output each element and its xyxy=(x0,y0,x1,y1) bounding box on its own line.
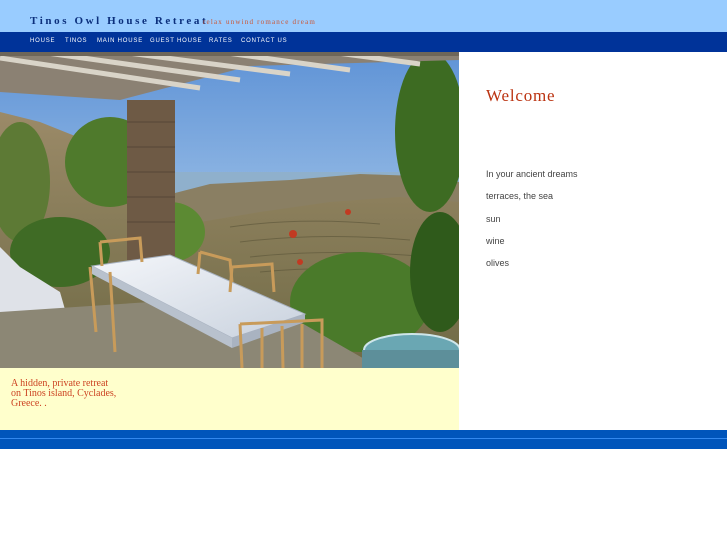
footer-bar xyxy=(0,430,727,449)
welcome-poem: In your ancient dreams terraces, the sea… xyxy=(486,169,578,280)
poem-line: wine xyxy=(486,235,505,246)
nav-item-contact-us[interactable]: CONTACT US xyxy=(241,38,287,44)
nav-item-main-house[interactable]: MAIN HOUSE xyxy=(97,38,143,44)
caption-panel: A hidden, private retreat on Tinos islan… xyxy=(0,368,459,430)
retreat-caption: A hidden, private retreat on Tinos islan… xyxy=(11,379,116,409)
poem-line: olives xyxy=(486,258,510,269)
poem-line: In your ancient dreams xyxy=(486,169,578,179)
terrace-photo-illustration xyxy=(0,52,459,368)
nav-item-tinos[interactable]: TINOS xyxy=(65,38,87,44)
nav-item-house[interactable]: HOUSE xyxy=(30,38,55,44)
nav-item-guest-house[interactable]: GUEST HOUSE xyxy=(150,38,202,44)
caption-line: Greece. . xyxy=(11,398,47,409)
poem-line: sun xyxy=(486,213,501,224)
welcome-heading: Welcome xyxy=(486,86,556,105)
site-title: Tinos Owl House Retreat xyxy=(30,15,209,27)
site-tagline: relax unwind romance dream xyxy=(203,18,317,26)
header-bar: Tinos Owl House Retreat relax unwind rom… xyxy=(0,0,727,32)
footer-stripe xyxy=(0,438,727,439)
poem-line: terraces, the sea xyxy=(486,191,554,202)
nav-bar: HOUSE TINOS MAIN HOUSE GUEST HOUSE RATES… xyxy=(0,32,727,52)
nav-item-rates[interactable]: RATES xyxy=(209,38,233,44)
terrace-photo xyxy=(0,52,459,368)
